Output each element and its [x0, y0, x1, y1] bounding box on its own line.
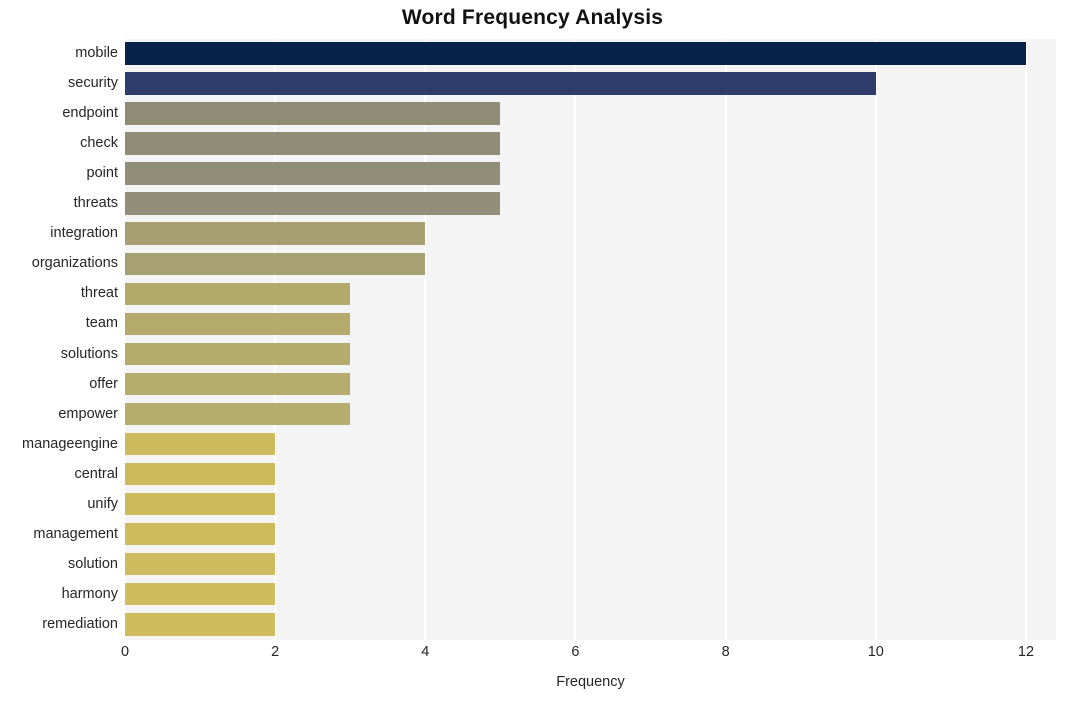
bar-row [125, 39, 1056, 68]
chart-figure: Word Frequency Analysis mobile security en… [0, 0, 1065, 701]
bar-central[interactable] [125, 462, 276, 486]
bar-solution[interactable] [125, 553, 276, 576]
bar-offer[interactable] [125, 372, 351, 396]
y-tick-label-central: central [74, 465, 118, 482]
bar-management[interactable] [125, 522, 276, 546]
bars-layer [125, 39, 1056, 640]
y-tick-label-solutions: solutions [60, 345, 118, 362]
y-tick-label-empower: empower [58, 405, 118, 422]
bar-team[interactable] [125, 312, 351, 336]
x-tick-label-12: 12 [1017, 644, 1035, 660]
bar-row [125, 99, 1056, 128]
bar-empower[interactable] [125, 402, 351, 426]
x-tick-label-4: 4 [421, 644, 430, 660]
bar-threats[interactable] [125, 192, 501, 215]
x-tick-label-0: 0 [120, 644, 130, 660]
bar-harmony[interactable] [125, 583, 276, 606]
y-tick-label-team: team [85, 315, 118, 332]
bar-row [125, 550, 1056, 579]
bar-row [125, 400, 1056, 429]
chart-title: Word Frequency Analysis [401, 6, 664, 29]
bar-endpoint[interactable] [125, 102, 501, 125]
bar-row [125, 249, 1056, 278]
bar-row [125, 610, 1056, 639]
bar-row [125, 520, 1056, 549]
bar-row [125, 580, 1056, 609]
bar-row [125, 189, 1056, 218]
y-tick-label-mobile: mobile [75, 45, 118, 61]
plot-area [124, 39, 1056, 640]
y-axis-tick-labels: mobile security endpoint check point threats i… [0, 39, 118, 640]
bar-row [125, 430, 1056, 459]
y-tick-label-threat: threat [80, 285, 118, 302]
bar-row [125, 340, 1056, 369]
bar-organizations[interactable] [125, 252, 426, 275]
bar-row [125, 219, 1056, 248]
x-tick-label-10: 10 [867, 644, 884, 660]
y-tick-label-check: check [80, 135, 118, 152]
bar-unify[interactable] [125, 492, 276, 516]
y-tick-label-point: point [86, 165, 118, 182]
y-tick-label-harmony: harmony [61, 585, 118, 602]
y-tick-label-remediation: remediation [42, 615, 118, 632]
bar-row [125, 370, 1056, 399]
bar-security[interactable] [125, 72, 876, 95]
y-tick-label-offer: offer [89, 375, 118, 392]
bar-row [125, 279, 1056, 308]
y-tick-label-management: management [33, 525, 118, 542]
bar-point[interactable] [125, 162, 501, 185]
bar-row [125, 460, 1056, 489]
bar-mobile[interactable] [125, 42, 1026, 65]
bar-row [125, 69, 1056, 98]
y-tick-label-security: security [68, 75, 118, 92]
x-axis-tick-labels: 0 2 4 6 8 10 12 [121, 644, 1056, 666]
y-tick-label-organizations: organizations [31, 255, 118, 272]
x-tick-label-6: 6 [571, 644, 580, 660]
bar-threat[interactable] [125, 282, 351, 305]
bar-row [125, 309, 1056, 338]
x-axis-title: Frequency [556, 674, 625, 690]
y-tick-label-endpoint: endpoint [62, 105, 118, 122]
bar-row [125, 159, 1056, 188]
y-tick-label-threats: threats [73, 195, 118, 212]
bar-row [125, 490, 1056, 519]
bar-manageengine[interactable] [125, 432, 276, 456]
bar-remediation[interactable] [125, 613, 276, 636]
bar-row [125, 129, 1056, 158]
y-tick-label-integration: integration [50, 225, 118, 242]
x-tick-label-2: 2 [271, 644, 280, 660]
y-tick-label-solution: solution [68, 555, 118, 572]
y-tick-label-unify: unify [87, 495, 118, 512]
bar-solutions[interactable] [125, 342, 351, 366]
bar-integration[interactable] [125, 222, 426, 245]
bar-check[interactable] [125, 132, 501, 155]
x-tick-label-8: 8 [721, 644, 730, 660]
y-tick-label-manageengine: manageengine [22, 435, 118, 452]
